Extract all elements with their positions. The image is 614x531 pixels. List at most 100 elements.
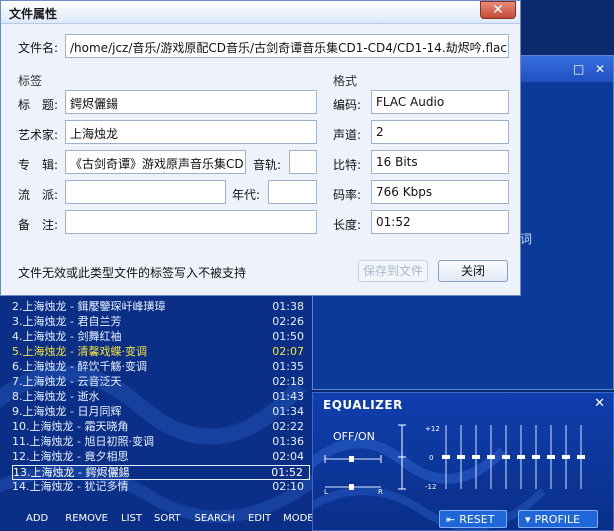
reset-label: RESET — [459, 512, 495, 526]
mode-button[interactable]: MODE — [283, 510, 312, 531]
equalizer-title: EQUALIZER — [323, 398, 403, 412]
track-duration: 01:52 — [271, 466, 303, 479]
dialog-title: 文件属性 — [9, 7, 58, 21]
equalizer-onoff-toggle[interactable]: OFF/ON — [333, 430, 375, 443]
close-button[interactable]: 关闭 — [438, 260, 508, 282]
playlist-row[interactable]: 8.上海烛龙 - 逝水 01:43 — [12, 390, 310, 405]
equalizer-close-icon[interactable]: ✕ — [594, 396, 605, 411]
track-duration: 01:50 — [272, 330, 304, 343]
dropdown-icon: ▾ — [525, 512, 531, 526]
reset-button[interactable]: ⇤ RESET — [439, 510, 507, 528]
bitrate-label: 码率: — [333, 188, 362, 202]
filename-label: 文件名: — [18, 41, 59, 55]
format-header: 格式 — [333, 74, 358, 88]
track-title: 11.上海烛龙 - 旭日初照·变调 — [12, 435, 154, 448]
codec-field[interactable]: FLAC Audio — [371, 90, 509, 114]
playlist-row[interactable]: 2.上海烛龙 - 鍓嬮鑒琛屽峰璜璋 01:38 — [12, 300, 310, 315]
equalizer-panel: EQUALIZER ✕ OFF/ON L R +12 0 -12 ⇤ RESET… — [312, 392, 614, 531]
track-duration: 02:07 — [272, 345, 304, 358]
partial-text: 词 — [520, 232, 533, 246]
track-label: 音轨: — [253, 158, 282, 172]
close-icon[interactable]: ✕ — [595, 62, 605, 76]
playlist-row[interactable]: 14.上海烛龙 - 犹记多情 02:10 — [12, 480, 310, 495]
track-duration: 02:18 — [272, 375, 304, 388]
track-title: 6.上海烛龙 - 醉饮千觞·变调 — [12, 360, 147, 373]
balance-sliders[interactable] — [323, 453, 383, 495]
playlist-row[interactable]: 4.上海烛龙 - 剑舞红袖 01:50 — [12, 330, 310, 345]
sort-button[interactable]: SORT — [154, 510, 181, 531]
reset-icon: ⇤ — [446, 512, 456, 526]
bitrate-field[interactable]: 766 Kbps — [371, 180, 509, 204]
album-field[interactable]: 《古剑奇谭》游戏原声音乐集CD1 — [65, 150, 246, 174]
profile-button[interactable]: ▾ PROFILE — [518, 510, 598, 528]
genre-field[interactable] — [65, 180, 226, 204]
list-button[interactable]: LIST — [121, 510, 142, 531]
playlist-row[interactable]: 3.上海烛龙 - 君自兰芳 02:26 — [12, 315, 310, 330]
comment-label: 备 注: — [18, 218, 59, 232]
length-field[interactable]: 01:52 — [371, 210, 509, 234]
track-title: 12.上海烛龙 - 竟夕相思 — [12, 450, 129, 463]
maximize-icon[interactable]: □ — [573, 62, 584, 76]
codec-label: 编码: — [333, 98, 362, 112]
track-duration: 01:34 — [272, 405, 304, 418]
year-label: 年代: — [232, 188, 261, 202]
track-duration: 01:38 — [272, 300, 304, 313]
bits-label: 比特: — [333, 158, 362, 172]
track-duration: 02:22 — [272, 420, 304, 433]
album-label: 专 辑: — [18, 158, 59, 172]
file-properties-dialog: 文件属性 ✕ 文件名: /home/jcz/音乐/游戏原配CD音乐/古剑奇谭音乐… — [0, 0, 521, 296]
track-title: 5.上海烛龙 - 清馨戏蝶·变调 — [12, 345, 147, 358]
search-button[interactable]: SEARCH — [195, 510, 235, 531]
playlist-toolbar: ADD REMOVE LIST SORT SEARCH EDIT MODE — [0, 510, 312, 531]
playlist-row[interactable]: 12.上海烛龙 - 竟夕相思 02:04 — [12, 450, 310, 465]
dialog-titlebar: 文件属性 — [1, 1, 520, 24]
channels-label: 声道: — [333, 128, 362, 142]
genre-label: 流 派: — [18, 188, 59, 202]
dialog-close-icon[interactable]: ✕ — [480, 1, 516, 19]
scale-bottom: -12 — [425, 483, 437, 491]
track-duration: 01:35 — [272, 360, 304, 373]
tags-header: 标签 — [18, 74, 43, 88]
track-title: 2.上海烛龙 - 鍓嬮鑒琛屽峰璜璋 — [12, 300, 166, 313]
playlist-row[interactable]: 7.上海烛龙 - 云音泛天 02:18 — [12, 375, 310, 390]
add-button[interactable]: ADD — [26, 510, 48, 531]
playlist-row[interactable]: 5.上海烛龙 - 清馨戏蝶·变调 02:07 — [12, 345, 310, 360]
scale-top: +12 — [425, 425, 440, 433]
year-field[interactable] — [268, 180, 317, 204]
scale-mid: 0 — [429, 454, 434, 462]
filename-field[interactable]: /home/jcz/音乐/游戏原配CD音乐/古剑奇谭音乐集CD1-CD4/CD1… — [65, 34, 509, 58]
track-title: 3.上海烛龙 - 君自兰芳 — [12, 315, 122, 328]
track-title: 4.上海烛龙 - 剑舞红袖 — [12, 330, 122, 343]
artist-label: 艺术家: — [18, 128, 59, 142]
track-title: 14.上海烛龙 - 犹记多情 — [12, 480, 129, 493]
playlist-row[interactable]: 10.上海烛龙 - 霜天晓角 02:22 — [12, 420, 310, 435]
left-marker: L — [324, 488, 328, 496]
track-title: 7.上海烛龙 - 云音泛天 — [12, 375, 122, 388]
track-duration: 01:36 — [272, 435, 304, 448]
profile-label: PROFILE — [534, 512, 581, 526]
playlist-row[interactable]: 13.上海烛龙 - 鍔烬儷鍚 01:52 — [12, 465, 310, 480]
track-title: 13.上海烛龙 - 鍔烬儷鍚 — [13, 466, 130, 479]
bits-field[interactable]: 16 Bits — [371, 150, 509, 174]
length-label: 长度: — [333, 218, 362, 232]
track-title: 8.上海烛龙 - 逝水 — [12, 390, 100, 403]
comment-field[interactable] — [65, 210, 317, 234]
track-title: 9.上海烛龙 - 日月同辉 — [12, 405, 122, 418]
remove-button[interactable]: REMOVE — [65, 510, 108, 531]
track-duration: 01:43 — [272, 390, 304, 403]
save-to-file-button[interactable]: 保存到文件 — [358, 260, 428, 282]
track-field[interactable] — [289, 150, 317, 174]
track-duration: 02:26 — [272, 315, 304, 328]
playlist-panel: 2.上海烛龙 - 鍓嬮鑒琛屽峰璜璋 01:38 3.上海烛龙 - 君自兰芳 02:26… — [0, 296, 312, 531]
status-text: 文件无效或此类型文件的标签写入不被支持 — [18, 266, 247, 280]
playlist-row[interactable]: 11.上海烛龙 - 旭日初照·变调 01:36 — [12, 435, 310, 450]
edit-button[interactable]: EDIT — [248, 510, 271, 531]
track-duration: 02:04 — [272, 450, 304, 463]
track-title: 10.上海烛龙 - 霜天晓角 — [12, 420, 129, 433]
playlist-row[interactable]: 6.上海烛龙 - 醉饮千觞·变调 01:35 — [12, 360, 310, 375]
playlist-row[interactable]: 9.上海烛龙 - 日月同辉 01:34 — [12, 405, 310, 420]
title-field[interactable]: 鍔烬儷鍚 — [65, 90, 317, 114]
channels-field[interactable]: 2 — [371, 120, 509, 144]
artist-field[interactable]: 上海烛龙 — [65, 120, 317, 144]
right-marker: R — [378, 488, 383, 496]
